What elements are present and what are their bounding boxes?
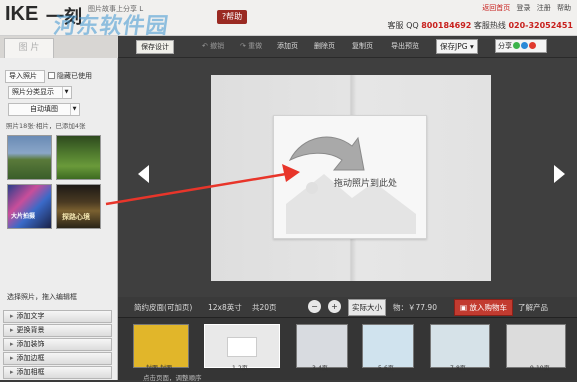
save-design-button[interactable]: 保存设计 — [136, 40, 174, 54]
auto-fill-label: 自动填图 — [30, 105, 58, 113]
product-size: 12x8英寸 — [208, 303, 242, 312]
product-info-bar: 简约皮面(可加页) 12x8英寸 共20页 − + 实际大小 物：￥77.90 … — [118, 297, 577, 317]
qq-label: 客服 QQ — [387, 21, 419, 30]
actual-size-button[interactable]: 实际大小 — [348, 299, 386, 316]
add-page-button[interactable]: 添加页 — [277, 41, 298, 51]
editor-toolbar: 保存设计 ↶ 撤销 ↷ 重做 添加页 删除页 复制页 导出预览 保存JPG ▾ … — [118, 36, 577, 58]
top-links: 返回首页 登录 注册 帮助 — [478, 3, 571, 13]
add-frame-button[interactable]: 添加相框 — [3, 366, 112, 379]
redo-icon: ↷ — [240, 42, 246, 50]
hide-used-label: 隐藏已使用 — [57, 72, 92, 80]
tab-photos[interactable]: 图 片 — [4, 38, 54, 58]
home-link[interactable]: 返回首页 — [482, 4, 510, 12]
weibo-icon[interactable] — [529, 42, 536, 49]
qq-number: 800184692 — [421, 21, 472, 30]
page-label: 5-6页 — [378, 365, 394, 372]
page-label: 1-2页 — [232, 365, 248, 372]
undo-label: 撤销 — [210, 42, 225, 50]
chevron-down-icon[interactable]: ▼ — [62, 87, 70, 98]
page-thumbnail[interactable] — [506, 324, 566, 368]
filmstrip-hint: 点击页面，调整顺序 — [143, 374, 202, 382]
sidebar: 导入照片 隐藏已使用 照片分类显示 ▼ 自动填图 ▼ 照片18张·相片，已添加4张 … — [0, 58, 118, 380]
page-thumbnail[interactable] — [296, 324, 348, 368]
select-hint: 选择照片，拖入编辑框 — [7, 293, 77, 301]
page-label: 9-10页 — [530, 365, 550, 372]
hotline-number: 020-32052451 — [508, 21, 573, 30]
header-bar: IKE 一刻 图片故事上分享 L 河东软件园 ?帮助 返回首页 登录 注册 帮助… — [0, 0, 577, 39]
photo-thumbnail[interactable]: 大片拍摄 — [7, 184, 52, 229]
photo-thumbnail[interactable]: 探路心境 — [56, 184, 101, 229]
copy-page-button[interactable]: 复制页 — [352, 41, 373, 51]
page-thumbnail-selected[interactable] — [204, 324, 280, 368]
import-photos-button[interactable]: 导入照片 — [5, 70, 45, 83]
add-cart-label: 放入购物车 — [469, 303, 507, 312]
register-link[interactable]: 注册 — [537, 4, 551, 12]
add-to-cart-button[interactable]: ▣ 放入购物车 — [454, 299, 513, 316]
save-jpg-label: 保存JPG — [440, 42, 468, 51]
wechat-icon[interactable] — [513, 42, 520, 49]
redo-button[interactable]: ↷ 重做 — [240, 41, 262, 51]
logo-brand: 一刻 — [46, 7, 82, 27]
photo-count: 照片18张·相片，已添加4张 — [6, 122, 86, 130]
undo-button[interactable]: ↶ 撤销 — [202, 41, 224, 51]
zoom-in-icon[interactable]: + — [328, 300, 341, 313]
photo-thumbnail[interactable] — [56, 135, 101, 180]
page-label: 3-4页 — [312, 365, 328, 372]
share-button[interactable]: 分享 — [495, 39, 547, 53]
auto-fill-select[interactable]: 自动填图 ▼ — [8, 103, 80, 116]
chevron-down-icon[interactable]: ▾ — [470, 42, 474, 51]
learn-more-link[interactable]: 了解产品 — [518, 302, 548, 313]
drop-hint: 拖动照片到此处 — [334, 179, 398, 189]
change-background-button[interactable]: 更换背景 — [3, 324, 112, 337]
add-text-button[interactable]: 添加文字 — [3, 310, 112, 323]
tagline: 图片故事上分享 L — [88, 5, 144, 13]
add-border-button[interactable]: 添加边框 — [3, 352, 112, 365]
undo-icon: ↶ — [202, 42, 208, 50]
hide-used-checkbox[interactable]: 隐藏已使用 — [48, 71, 92, 81]
save-jpg-button[interactable]: 保存JPG ▾ — [436, 39, 478, 54]
annotation-arrow — [105, 164, 300, 206]
export-preview-button[interactable]: 导出预览 — [391, 41, 419, 51]
price: 物：￥77.90 — [393, 303, 437, 312]
zoom-out-icon[interactable]: − — [308, 300, 321, 313]
redo-label: 重做 — [248, 42, 263, 50]
page-count: 共20页 — [252, 303, 277, 312]
photo-slot — [227, 337, 257, 357]
photo-thumbnail[interactable] — [7, 135, 52, 180]
login-link[interactable]: 登录 — [517, 4, 531, 12]
page-thumbnail[interactable] — [362, 324, 414, 368]
add-decoration-button[interactable]: 添加装饰 — [3, 338, 112, 351]
thumbnail-caption: 探路心境 — [62, 213, 90, 221]
logo-text: IKE — [5, 3, 39, 25]
next-page-arrow-icon[interactable] — [554, 165, 565, 183]
delete-page-button[interactable]: 删除页 — [314, 41, 335, 51]
page-label: 封面-封面 — [146, 365, 173, 372]
category-display-select[interactable]: 照片分类显示 ▼ — [8, 86, 72, 99]
help-link[interactable]: 帮助 — [557, 4, 571, 12]
hotline-label: 客服热线 — [473, 21, 506, 30]
qzone-icon[interactable] — [521, 42, 528, 49]
page-thumbnail-cover[interactable] — [133, 324, 189, 368]
page-thumbnail[interactable] — [430, 324, 490, 368]
thumbnail-caption: 大片拍摄 — [11, 213, 36, 220]
category-label: 照片分类显示 — [12, 88, 54, 96]
product-type: 简约皮面(可加页) — [134, 303, 193, 312]
chevron-down-icon[interactable]: ▼ — [70, 104, 78, 115]
contact-info: 客服 QQ 800184692 客服热线 020-32052451 — [388, 20, 573, 31]
help-button[interactable]: ?帮助 — [217, 10, 247, 24]
logo[interactable]: IKE — [5, 3, 38, 26]
share-label: 分享 — [498, 42, 512, 50]
cart-icon: ▣ — [460, 303, 468, 312]
checkbox-box[interactable] — [48, 72, 55, 79]
page-label: 7-8页 — [450, 365, 466, 372]
